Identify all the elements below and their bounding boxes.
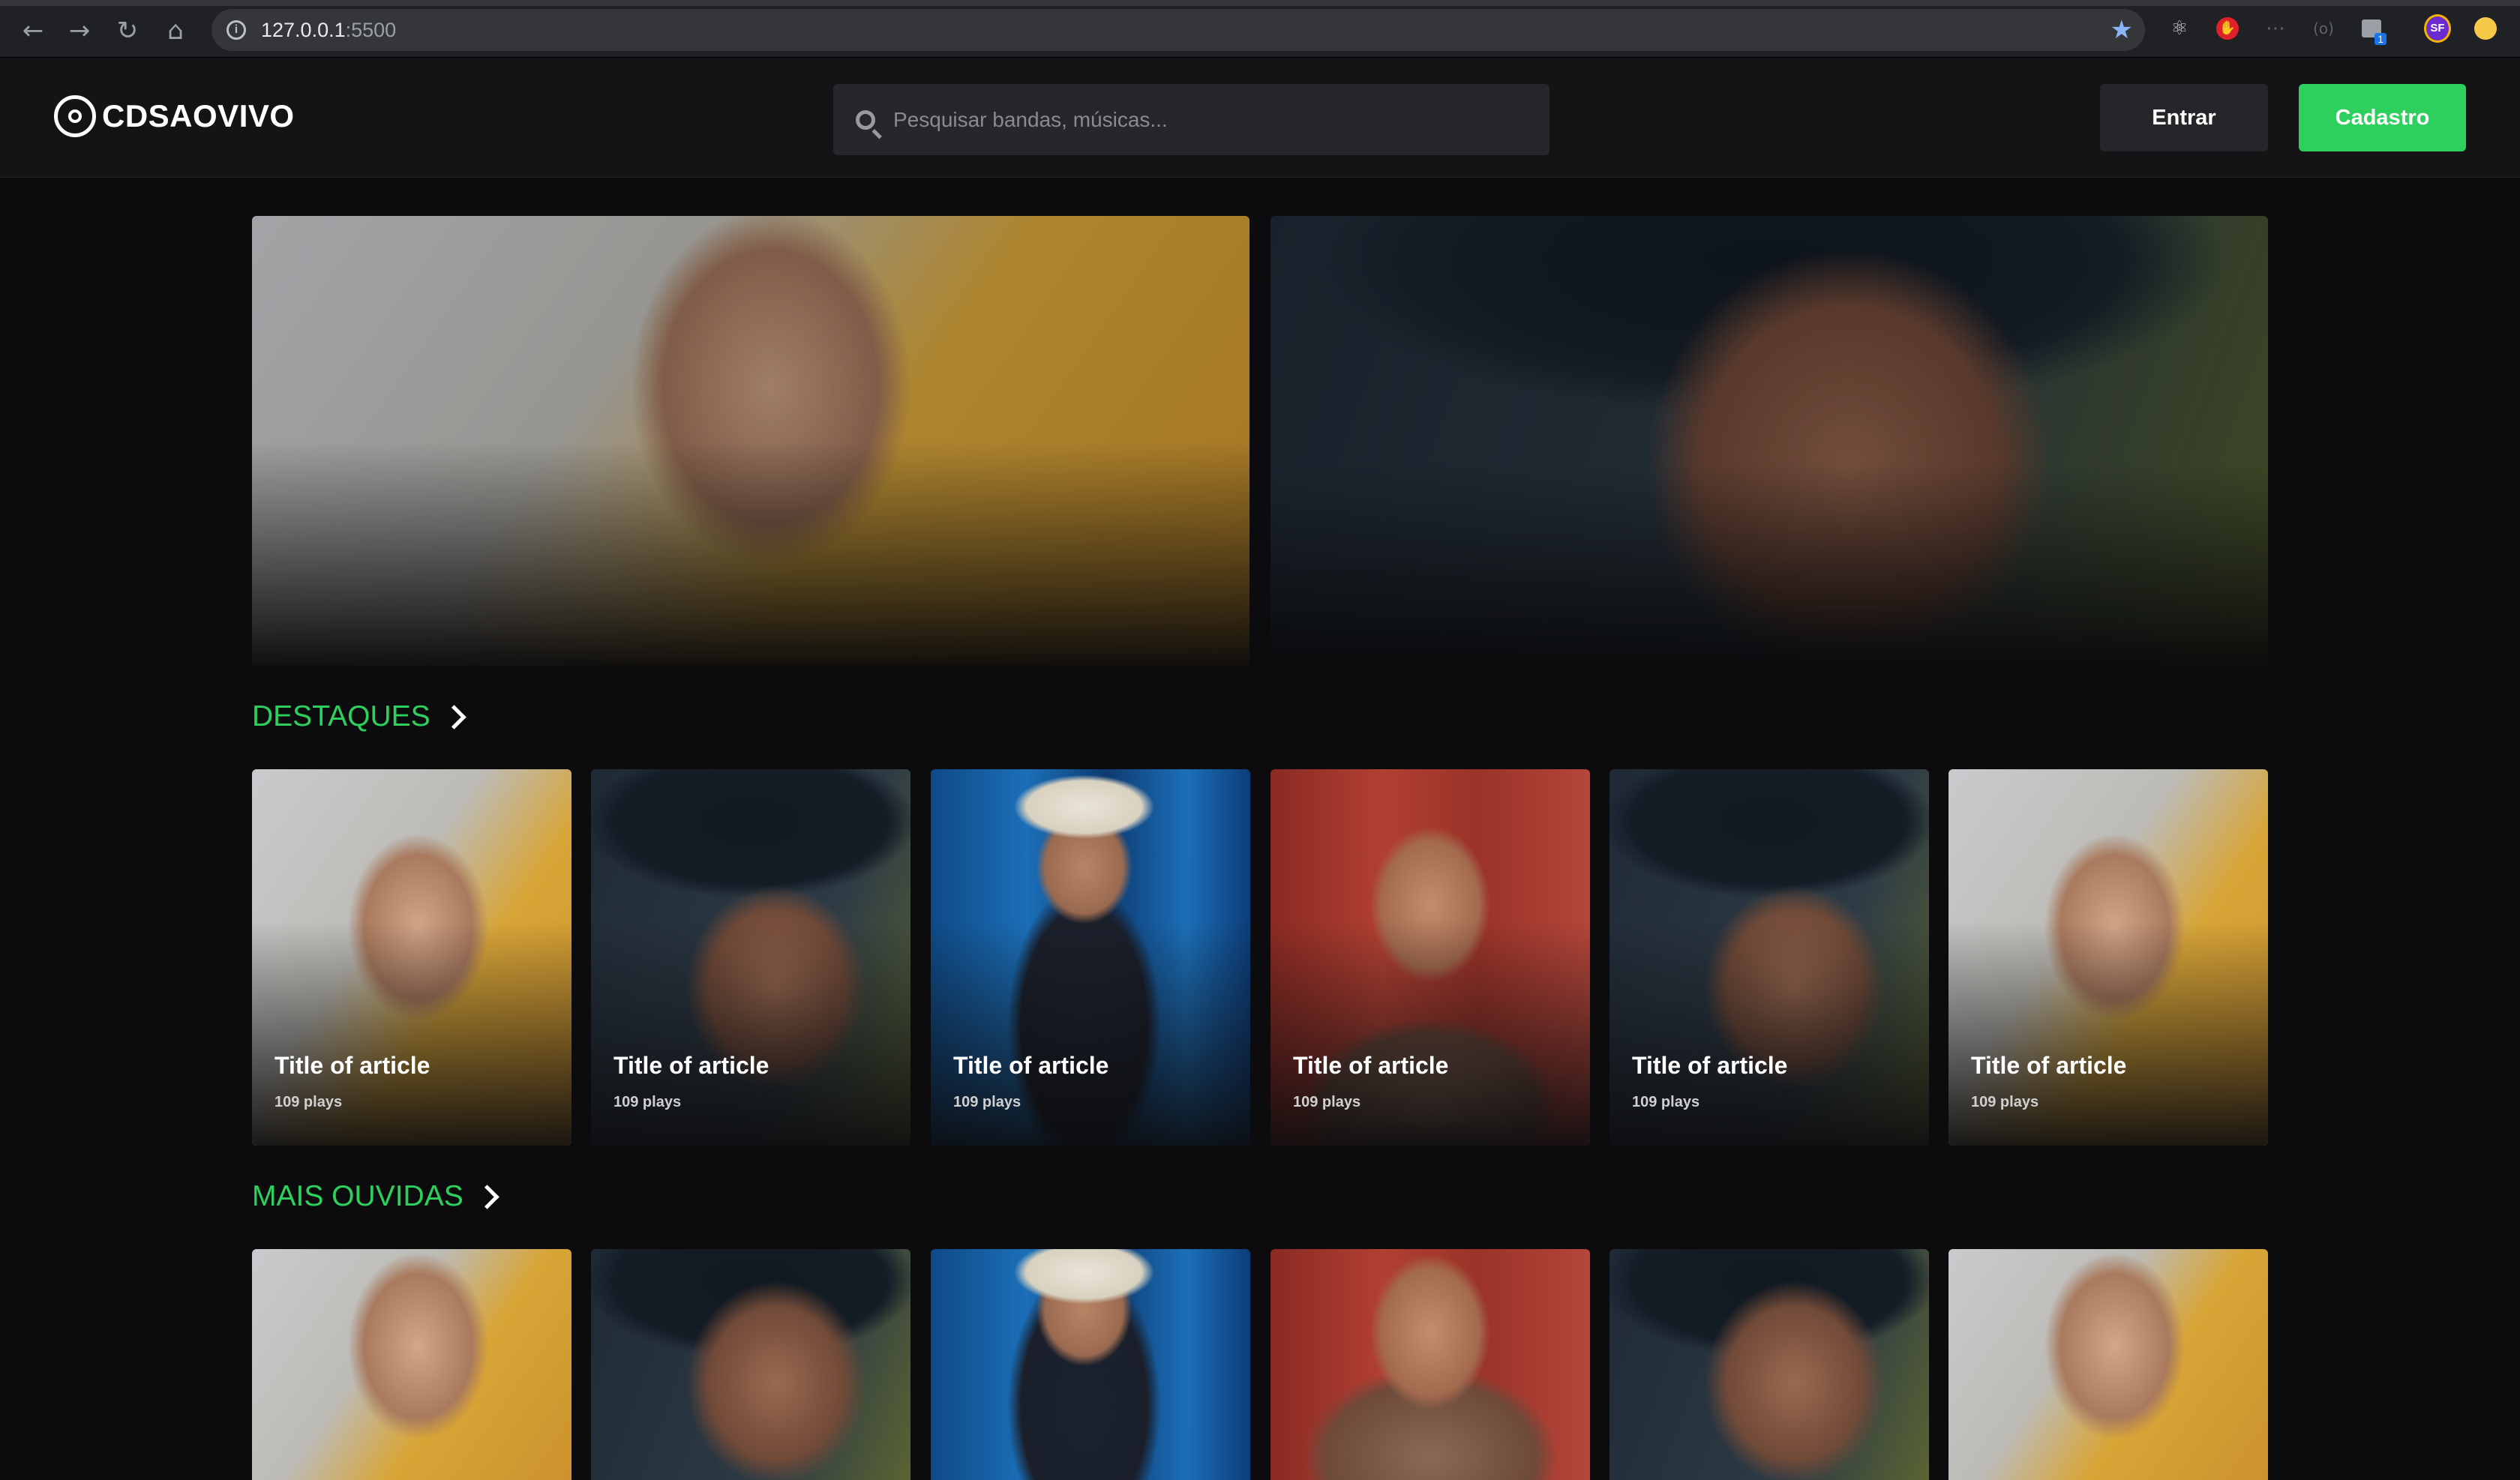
back-icon[interactable]: ← bbox=[16, 14, 50, 47]
card-plays: 109 plays bbox=[1632, 1094, 1700, 1110]
hero-banner-2[interactable] bbox=[1270, 216, 2268, 666]
search-icon bbox=[856, 109, 875, 130]
card-plays: 109 plays bbox=[614, 1094, 682, 1110]
extension-icon[interactable]: (o) bbox=[2310, 15, 2337, 42]
section-title-mais-ouvidas[interactable]: MAIS OUVIDAS bbox=[252, 1180, 500, 1213]
search-bar[interactable] bbox=[833, 84, 1550, 155]
chevron-right-icon bbox=[474, 1184, 500, 1209]
article-card[interactable]: Title of article 109 plays bbox=[931, 769, 1250, 1146]
mais-ouvidas-row bbox=[252, 1249, 2268, 1480]
card-title: Title of article bbox=[953, 1052, 1109, 1079]
browser-toolbar: ← → ↻ ⌂ i 127.0.0.1:5500 ★ ⚛ ✋ ⋯ (o) 1 S… bbox=[0, 0, 2520, 58]
article-card[interactable]: Title of article 109 plays bbox=[1948, 769, 2268, 1146]
article-card[interactable]: Title of article 109 plays bbox=[1270, 769, 1590, 1146]
destaques-row: Title of article 109 plays Title of arti… bbox=[252, 769, 2268, 1146]
url-host: 127.0.0.1 bbox=[261, 18, 346, 41]
article-card[interactable]: Title of article 109 plays bbox=[252, 769, 572, 1146]
logo-text: CDSAOVIVO bbox=[102, 98, 295, 133]
article-card[interactable]: Title of article 109 plays bbox=[1610, 769, 1929, 1146]
extension-badge-icon[interactable]: 1 bbox=[2358, 15, 2386, 45]
profile-initials: SF bbox=[2424, 14, 2451, 43]
card-plays: 109 plays bbox=[1971, 1094, 2039, 1110]
reload-icon[interactable]: ↻ bbox=[111, 14, 144, 47]
address-bar[interactable]: i 127.0.0.1:5500 ★ bbox=[212, 9, 2145, 51]
vinyl-disc-icon bbox=[54, 95, 96, 137]
article-card[interactable] bbox=[931, 1249, 1250, 1480]
article-card[interactable] bbox=[1948, 1249, 2268, 1480]
extension-badge-count: 1 bbox=[2374, 33, 2386, 45]
search-input[interactable] bbox=[892, 106, 1495, 133]
bookmark-star-icon[interactable]: ★ bbox=[2110, 15, 2133, 45]
card-title: Title of article bbox=[274, 1052, 430, 1079]
signup-button[interactable]: Cadastro bbox=[2299, 84, 2466, 151]
article-card[interactable]: Title of article 109 plays bbox=[591, 769, 910, 1146]
article-card[interactable] bbox=[252, 1249, 572, 1480]
site-info-icon[interactable]: i bbox=[226, 20, 246, 40]
adblock-icon[interactable]: ✋ bbox=[2214, 15, 2241, 42]
url-port: :5500 bbox=[345, 18, 397, 41]
site-logo[interactable]: CDSAOVIVO bbox=[54, 95, 295, 137]
profile-sf-icon[interactable]: SF bbox=[2424, 14, 2451, 43]
section-title-destaques[interactable]: DESTAQUES bbox=[252, 700, 466, 733]
hero-banner-1[interactable] bbox=[252, 216, 1250, 666]
card-plays: 109 plays bbox=[274, 1094, 343, 1110]
article-card[interactable] bbox=[1270, 1249, 1590, 1480]
chevron-right-icon bbox=[441, 704, 466, 730]
react-devtools-icon[interactable]: ⚛ bbox=[2166, 15, 2193, 42]
card-title: Title of article bbox=[1971, 1052, 2127, 1079]
card-title: Title of article bbox=[614, 1052, 770, 1079]
site-header: CDSAOVIVO Entrar Cadastro bbox=[0, 58, 2520, 178]
article-card[interactable] bbox=[591, 1249, 910, 1480]
article-card[interactable] bbox=[1610, 1249, 1929, 1480]
extension-yellow-icon[interactable] bbox=[2472, 15, 2499, 42]
card-plays: 109 plays bbox=[953, 1094, 1022, 1110]
card-title: Title of article bbox=[1632, 1052, 1788, 1079]
section-title-label: MAIS OUVIDAS bbox=[252, 1180, 464, 1212]
section-title-label: DESTAQUES bbox=[252, 700, 430, 733]
home-icon[interactable]: ⌂ bbox=[159, 14, 192, 47]
card-plays: 109 plays bbox=[1293, 1094, 1361, 1110]
login-button[interactable]: Entrar bbox=[2100, 84, 2268, 151]
extension-icon[interactable]: ⋯ bbox=[2262, 15, 2289, 42]
card-title: Title of article bbox=[1293, 1052, 1449, 1079]
forward-icon[interactable]: → bbox=[63, 14, 96, 47]
